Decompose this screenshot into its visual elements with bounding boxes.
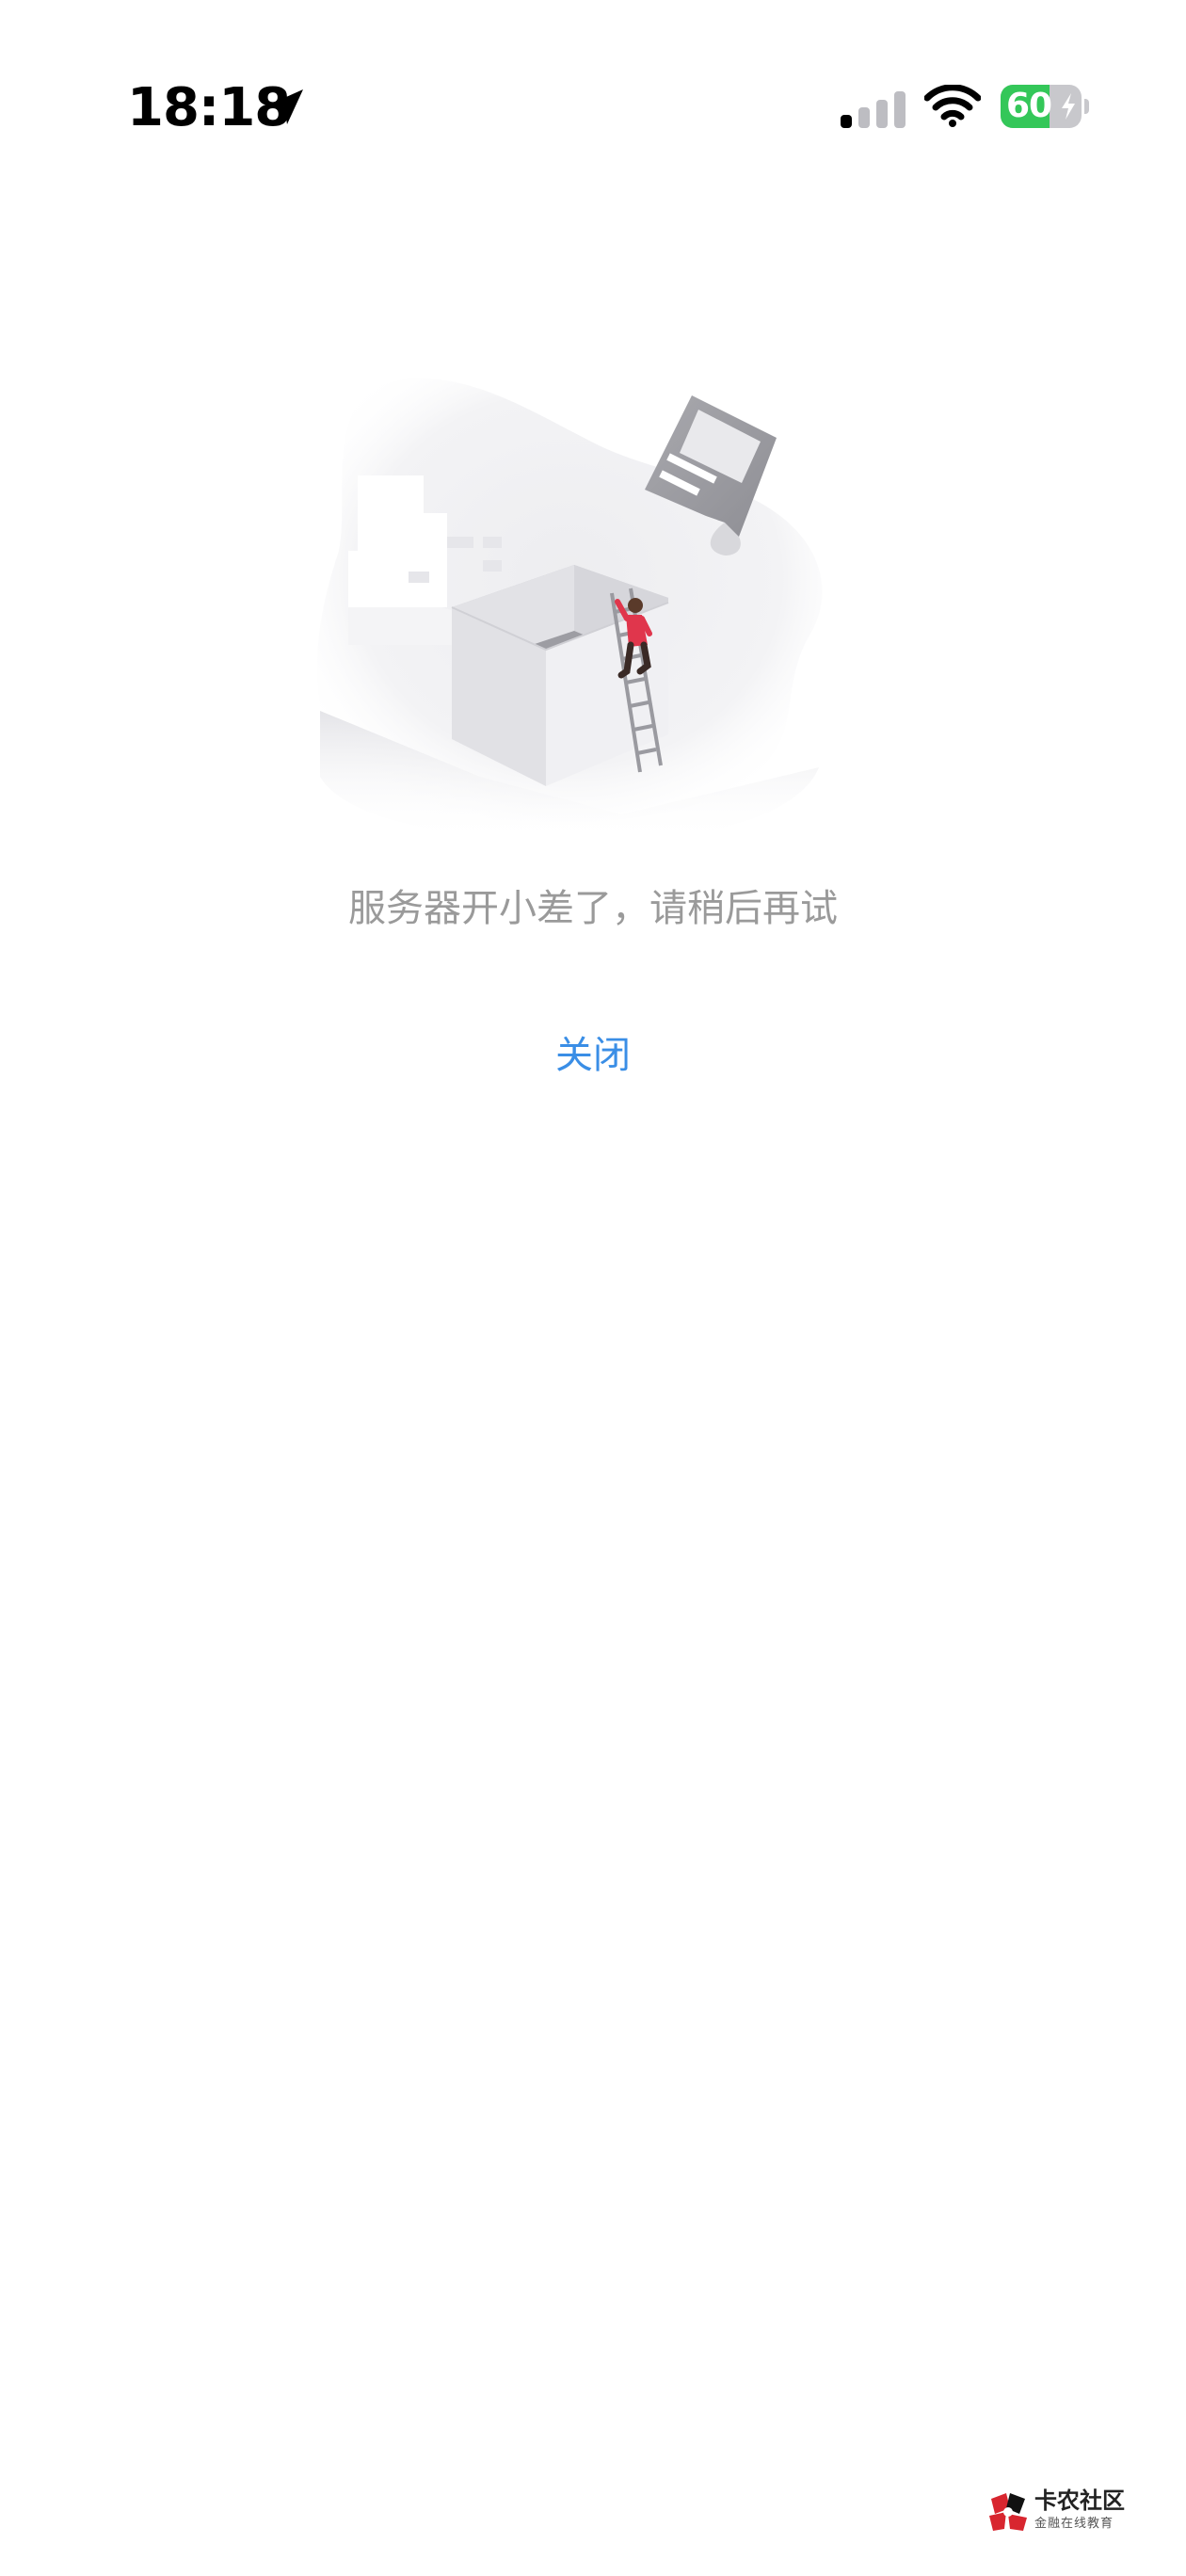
watermark: 卡农社区 金融在线教育 — [986, 2486, 1136, 2542]
battery-body: 60 — [1001, 85, 1082, 128]
status-bar: 18:18 60 — [0, 0, 1186, 188]
wifi-icon — [924, 85, 981, 127]
cellular-signal-icon — [841, 91, 906, 128]
battery-level-text: 60 — [1006, 87, 1052, 125]
battery-icon: 60 — [1001, 85, 1089, 128]
watermark-subtitle: 金融在线教育 — [1034, 2517, 1114, 2531]
kanong-logo-icon — [989, 2493, 1027, 2531]
location-arrow-icon — [269, 89, 303, 124]
close-button[interactable]: 关闭 — [499, 1022, 687, 1088]
charging-bolt-icon — [1062, 93, 1075, 120]
server-error-illustration — [316, 378, 823, 843]
watermark-title: 卡农社区 — [1034, 2487, 1125, 2514]
battery-cap — [1084, 99, 1089, 114]
error-message: 服务器开小差了，请稍后再试 — [348, 887, 838, 930]
